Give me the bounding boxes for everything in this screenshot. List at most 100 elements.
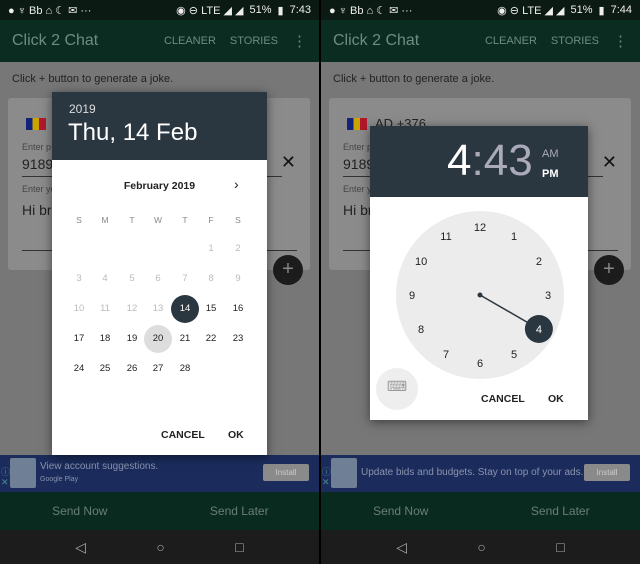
phone-input[interactable]: 9189 [22,156,53,172]
day-22[interactable]: 22 [198,326,224,352]
ad-banner[interactable]: ⓘ ✕ Update bids and budgets. Stay on top … [321,455,640,492]
hour-3[interactable]: 3 [545,290,551,302]
day-26[interactable]: 26 [119,356,145,382]
ad-text: View account suggestions. [40,461,159,472]
day-17[interactable]: 17 [66,326,92,352]
hour-7[interactable]: 7 [443,349,449,361]
ad-info-icon[interactable]: ⓘ ✕ [322,467,331,487]
clear-icon[interactable]: ✕ [602,152,617,173]
weekday-header: M [101,215,109,225]
day-6: 6 [155,273,161,284]
hour-12[interactable]: 12 [474,222,486,234]
day-8: 8 [208,273,214,284]
day-27[interactable]: 27 [145,356,171,382]
install-button[interactable]: Install [584,464,630,481]
day-13: 13 [152,303,164,314]
weekday-header: T [129,215,135,225]
more-options-icon[interactable]: ⋮ [292,32,307,50]
minute-display[interactable]: 43 [484,136,533,185]
bottom-bar: Send Now Send Later [0,492,319,530]
phone-label: Enter p [343,142,373,152]
signal-icons: ◉ ⊖ LTE ◢ ◢ [497,4,565,17]
hour-5[interactable]: 5 [511,349,517,361]
date-picker-dialog: 2019 Thu, 14 Feb February 2019 › S M T W T F S 1… [52,92,267,455]
hour-10[interactable]: 10 [415,256,427,268]
andorra-flag-icon [347,118,367,130]
date-picker-header: 2019 Thu, 14 Feb [52,92,267,160]
hour-9[interactable]: 9 [409,290,415,302]
keyboard-icon[interactable]: ⌨ [376,368,418,410]
send-now-button[interactable]: Send Now [321,504,481,518]
battery-icon: ▮ [277,4,284,17]
cancel-button[interactable]: CANCEL [481,393,525,405]
cleaner-button[interactable]: CLEANER [164,35,216,47]
install-button[interactable]: Install [263,464,309,481]
send-later-button[interactable]: Send Later [481,504,640,518]
hint-text: Click + button to generate a joke. [333,73,495,85]
day-28[interactable]: 28 [172,356,198,382]
hour-6[interactable]: 6 [477,358,483,370]
message-label: Enter yo [22,184,56,194]
day-15[interactable]: 15 [198,296,224,322]
day-20[interactable]: 20 [144,325,172,353]
back-icon[interactable]: ◁ [396,539,407,556]
day-14[interactable]: 14 [171,295,199,323]
day-2: 2 [235,243,241,254]
hour-4[interactable]: 4 [536,324,542,336]
day-19[interactable]: 19 [119,326,145,352]
time-separator: : [471,136,484,185]
ad-info-icon[interactable]: ⓘ ✕ [1,467,10,487]
google-ads-logo-icon [331,458,357,488]
add-joke-button[interactable]: + [273,255,303,285]
stories-button[interactable]: STORIES [230,35,278,47]
signal-icons: ◉ ⊖ LTE ◢ ◢ [176,4,244,17]
back-icon[interactable]: ◁ [75,539,86,556]
recents-icon[interactable]: □ [556,539,564,555]
next-month-icon[interactable]: › [234,176,239,192]
day-3: 3 [76,273,82,284]
hour-2[interactable]: 2 [536,256,542,268]
phone-screen: ● ♆ Bb ⌂ ☾ ✉ ··· ◉ ⊖ LTE ◢ ◢ 51% ▮ 7:43 Clic… [0,0,319,564]
hour-11[interactable]: 11 [440,231,451,243]
year-label[interactable]: 2019 [69,102,96,116]
am-toggle[interactable]: AM [542,148,559,160]
ad-banner[interactable]: ⓘ ✕ View account suggestions. Google Play… [0,455,319,492]
day-18[interactable]: 18 [92,326,118,352]
andorra-flag-icon [26,118,46,130]
ok-button[interactable]: OK [228,429,244,441]
cleaner-button[interactable]: CLEANER [485,35,537,47]
more-options-icon[interactable]: ⋮ [613,32,628,50]
stories-button[interactable]: STORIES [551,35,599,47]
day-16[interactable]: 16 [225,296,251,322]
hour-display[interactable]: 4 [447,136,471,185]
status-bar: ● ♆ Bb ⌂ ☾ ✉ ··· ◉ ⊖ LTE ◢ ◢ 51% ▮ 7:43 [0,0,319,20]
ad-text: Update bids and budgets. Stay on top of … [361,467,584,478]
send-later-button[interactable]: Send Later [160,504,320,518]
send-now-button[interactable]: Send Now [0,504,160,518]
pm-toggle[interactable]: PM [542,168,559,180]
hour-1[interactable]: 1 [511,231,517,243]
day-10: 10 [73,303,85,314]
google-ads-logo-icon [10,458,36,488]
navigation-bar: ◁ ○ □ [0,530,319,564]
message-input[interactable]: Hi br [22,202,52,218]
message-input[interactable]: Hi br [343,202,373,218]
day-25[interactable]: 25 [92,356,118,382]
weekday-header: W [153,215,163,225]
day-4: 4 [102,273,108,284]
cancel-button[interactable]: CANCEL [161,429,205,441]
clear-icon[interactable]: ✕ [281,152,296,173]
ok-button[interactable]: OK [548,393,564,405]
app-bar: Click 2 Chat CLEANER STORIES ⋮ [321,20,640,62]
home-icon[interactable]: ○ [156,539,164,555]
add-joke-button[interactable]: + [594,255,624,285]
day-24[interactable]: 24 [66,356,92,382]
day-21[interactable]: 21 [172,326,198,352]
recents-icon[interactable]: □ [235,539,243,555]
home-icon[interactable]: ○ [477,539,485,555]
selected-date-label: Thu, 14 Feb [68,119,198,146]
day-23[interactable]: 23 [225,326,251,352]
day-11: 11 [100,303,110,314]
hour-8[interactable]: 8 [418,324,424,336]
app-bar: Click 2 Chat CLEANER STORIES ⋮ [0,20,319,62]
